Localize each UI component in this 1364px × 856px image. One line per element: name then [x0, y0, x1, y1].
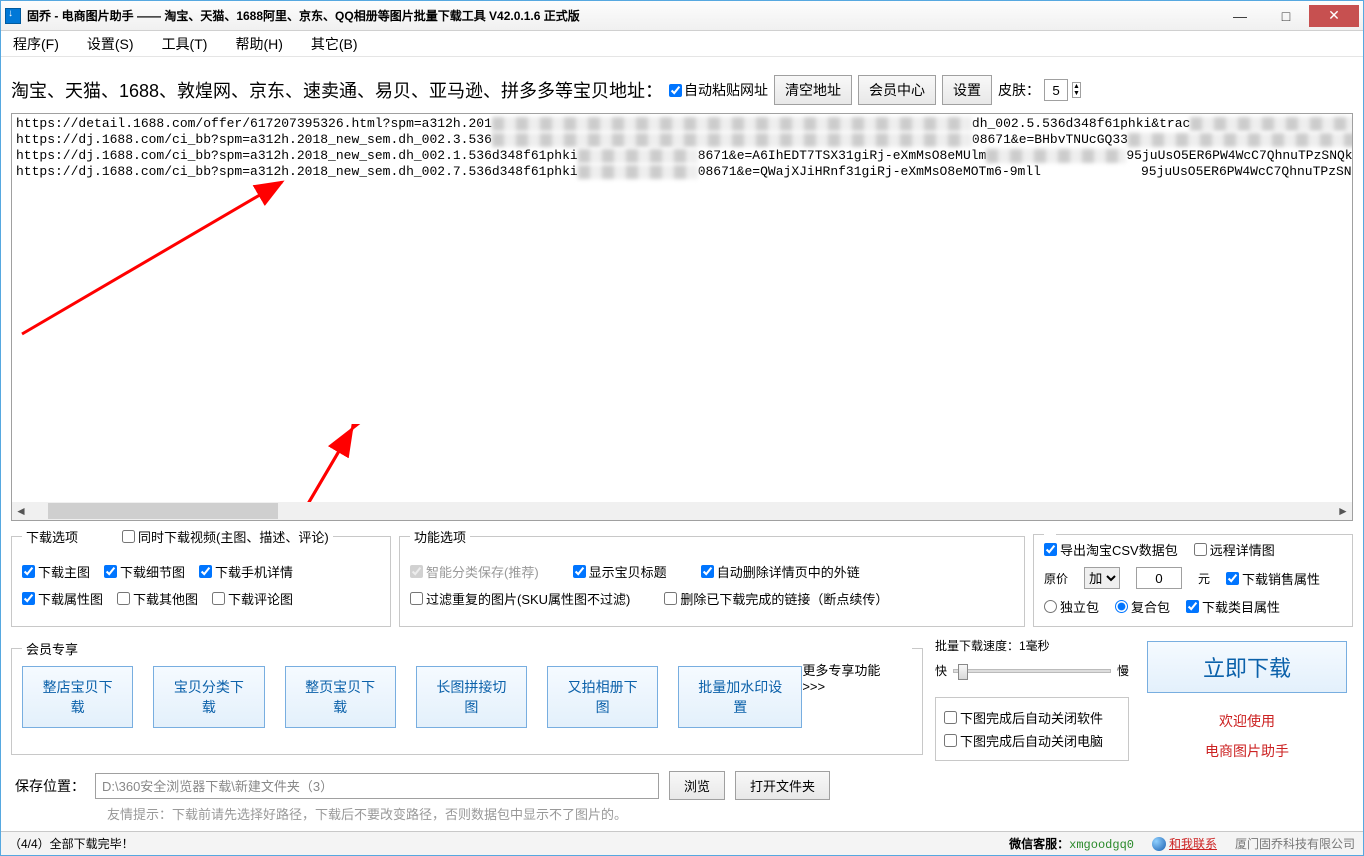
scroll-right-icon[interactable]: ► — [1334, 504, 1352, 518]
welcome-text: 欢迎使用 — [1219, 711, 1275, 731]
orig-price-input[interactable] — [1136, 567, 1182, 589]
skin-spinner[interactable]: ▲▼ — [1072, 82, 1081, 98]
menu-help[interactable]: 帮助(H) — [235, 34, 282, 54]
status-progress: （4/4）全部下载完毕！ — [9, 835, 1009, 852]
auto-paste-checkbox[interactable]: 自动粘贴网址 — [669, 80, 768, 100]
menu-settings[interactable]: 设置(S) — [87, 34, 134, 54]
menu-other[interactable]: 其它(B) — [311, 34, 358, 54]
settings-button[interactable]: 设置 — [942, 75, 992, 105]
long-img-button[interactable]: 长图拼接切图 — [416, 666, 527, 728]
browse-button[interactable]: 浏览 — [669, 771, 725, 800]
orig-price-label: 原价 — [1044, 570, 1068, 587]
watermark-button[interactable]: 批量加水印设置 — [678, 666, 802, 728]
menubar: 程序(F) 设置(S) 工具(T) 帮助(H) 其它(B) — [1, 31, 1363, 57]
horizontal-scrollbar[interactable]: ◄ ► — [12, 502, 1352, 520]
window-title: 固乔 - 电商图片助手 —— 淘宝、天猫、1688阿里、京东、QQ相册等图片批量… — [27, 7, 1217, 24]
address-bar: 淘宝、天猫、1688、敦煌网、京东、速卖通、易贝、亚马逊、拼多多等宝贝地址： 自… — [1, 57, 1363, 113]
titlebar: 固乔 - 电商图片助手 —— 淘宝、天猫、1688阿里、京东、QQ相册等图片批量… — [1, 1, 1363, 31]
save-path-input[interactable] — [95, 773, 659, 799]
product-name-text: 电商图片助手 — [1205, 741, 1289, 761]
company-label: 厦门固乔科技有限公司 — [1235, 835, 1355, 852]
multi-pack-radio[interactable]: 复合包 — [1115, 597, 1170, 616]
dl-cat-attr-checkbox[interactable]: 下载类目属性 — [1186, 597, 1280, 616]
member-exclusive-group: 会员专享 整店宝贝下载 宝贝分类下载 整页宝贝下载 长图拼接切图 又拍相册下图 … — [11, 639, 923, 755]
del-done-link-checkbox[interactable]: 删除已下载完成的链接（断点续传） — [664, 589, 888, 608]
download-options-group: 下载选项同时下载视频(主图、描述、评论) 下载主图 下载细节图 下载手机详情 下… — [11, 527, 391, 627]
function-options-group: 功能选项 智能分类保存(推荐) 显示宝贝标题 自动删除详情页中的外链 过滤重复的… — [399, 527, 1025, 627]
right-options-group: . 导出淘宝CSV数据包 远程详情图 原价 加 元 下载销售属性 独立包 复合包… — [1033, 527, 1353, 627]
save-row: 保存位置： 浏览 打开文件夹 — [1, 761, 1363, 802]
minimize-button[interactable]: — — [1217, 5, 1263, 27]
globe-icon — [1152, 837, 1166, 851]
download-now-button[interactable]: 立即下载 — [1147, 641, 1347, 693]
statusbar: （4/4）全部下载完毕！ 微信客服：xmgoodgq0 和我联系 厦门固乔科技有… — [1, 831, 1363, 855]
menu-tools[interactable]: 工具(T) — [162, 34, 208, 54]
speed-slider[interactable] — [953, 669, 1111, 673]
auto-del-ext-checkbox[interactable]: 自动删除详情页中的外链 — [701, 562, 860, 581]
slider-thumb[interactable] — [958, 664, 968, 680]
skin-selector: 皮肤： ▲▼ — [998, 79, 1081, 101]
also-video-checkbox[interactable]: 同时下载视频(主图、描述、评论) — [122, 527, 329, 546]
contact-link[interactable]: 和我联系 — [1152, 835, 1217, 852]
attr-img-checkbox[interactable]: 下载属性图 — [22, 589, 103, 608]
dl-sale-attr-checkbox[interactable]: 下载销售属性 — [1226, 569, 1320, 588]
save-tip: 友情提示：下载前请先选择好路径，下载后不要改变路径，否则数据包中显示不了图片的。 — [1, 802, 1363, 823]
close-button[interactable]: ✕ — [1309, 5, 1359, 27]
member-center-button[interactable]: 会员中心 — [858, 75, 936, 105]
more-func-link[interactable]: 更多专享功能>>> — [802, 660, 898, 694]
remote-detail-checkbox[interactable]: 远程详情图 — [1194, 540, 1275, 559]
clear-addr-button[interactable]: 清空地址 — [774, 75, 852, 105]
single-pack-radio[interactable]: 独立包 — [1044, 597, 1099, 616]
other-img-checkbox[interactable]: 下载其他图 — [117, 589, 198, 608]
whole-shop-button[interactable]: 整店宝贝下载 — [22, 666, 133, 728]
mobile-detail-checkbox[interactable]: 下载手机详情 — [199, 562, 293, 581]
export-csv-checkbox[interactable]: 导出淘宝CSV数据包 — [1044, 540, 1178, 559]
url-textarea[interactable]: https://detail.1688.com/offer/6172073953… — [11, 113, 1353, 521]
address-label: 淘宝、天猫、1688、敦煌网、京东、速卖通、易贝、亚马逊、拼多多等宝贝地址： — [11, 77, 663, 103]
scroll-thumb[interactable] — [48, 503, 278, 519]
whole-page-button[interactable]: 整页宝贝下载 — [285, 666, 396, 728]
detail-img-checkbox[interactable]: 下载细节图 — [104, 562, 185, 581]
open-folder-button[interactable]: 打开文件夹 — [735, 771, 830, 800]
speed-label: 批量下载速度：1毫秒 — [935, 637, 1129, 654]
review-img-checkbox[interactable]: 下载评论图 — [212, 589, 293, 608]
orig-price-select[interactable]: 加 — [1084, 567, 1120, 589]
wechat-info: 微信客服：xmgoodgq0 — [1009, 835, 1134, 852]
main-img-checkbox[interactable]: 下载主图 — [22, 562, 90, 581]
close-app-checkbox[interactable]: 下图完成后自动关闭软件 — [944, 708, 1120, 727]
app-icon — [5, 8, 21, 24]
menu-program[interactable]: 程序(F) — [13, 34, 59, 54]
skin-input[interactable] — [1044, 79, 1068, 101]
close-pc-checkbox[interactable]: 下图完成后自动关闭电脑 — [944, 731, 1120, 750]
category-dl-button[interactable]: 宝贝分类下载 — [153, 666, 264, 728]
autoclose-box: 下图完成后自动关闭软件 下图完成后自动关闭电脑 — [935, 697, 1129, 761]
save-label: 保存位置： — [15, 776, 85, 796]
scroll-left-icon[interactable]: ◄ — [12, 504, 30, 518]
filter-dup-checkbox[interactable]: 过滤重复的图片(SKU属性图不过滤) — [410, 589, 630, 608]
show-title-checkbox[interactable]: 显示宝贝标题 — [573, 562, 667, 581]
maximize-button[interactable]: □ — [1263, 5, 1309, 27]
speed-box: 批量下载速度：1毫秒 快 慢 下图完成后自动关闭软件 下图完成后自动关闭电脑 — [927, 633, 1137, 761]
smart-save-checkbox[interactable]: 智能分类保存(推荐) — [410, 562, 539, 581]
album-dl-button[interactable]: 又拍相册下图 — [547, 666, 658, 728]
